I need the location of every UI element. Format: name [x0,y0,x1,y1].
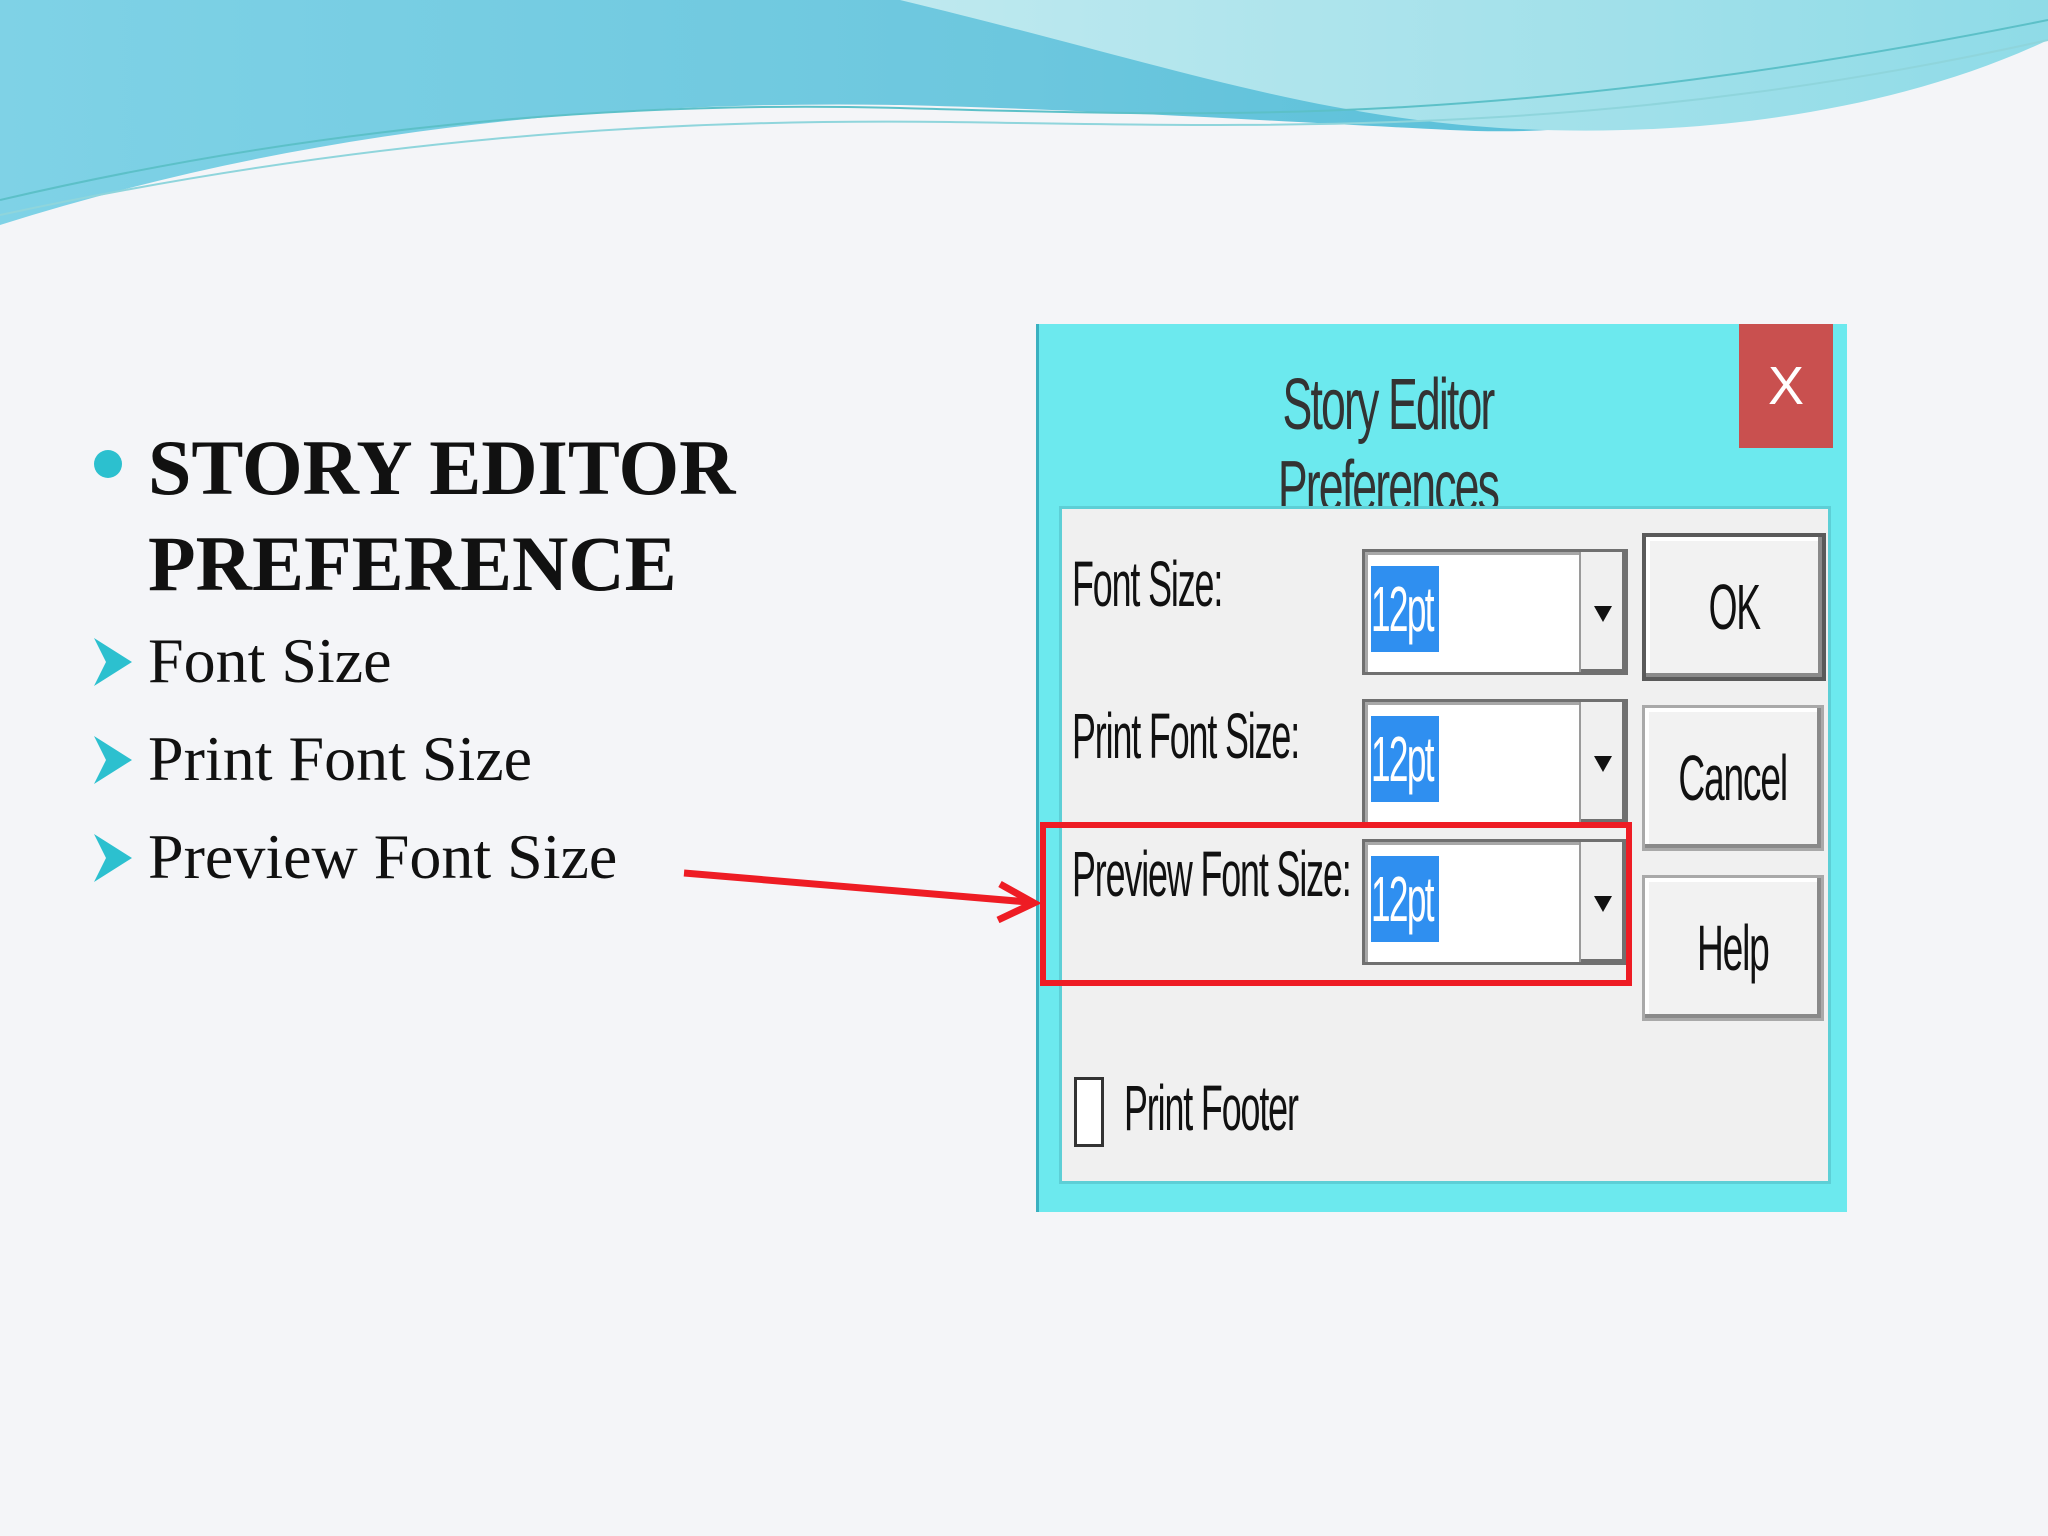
print-footer-label: Print Footer [1124,1072,1299,1144]
main-bullet: STORY EDITOR PREFERENCE [92,420,792,612]
list-item: Font Size [92,612,792,710]
font-size-label: Font Size: [1072,548,1223,620]
font-size-value: 12pt [1371,566,1439,652]
print-footer-checkbox[interactable] [1074,1077,1104,1147]
slide-heading: STORY EDITOR PREFERENCE [148,424,736,607]
triangle-down-icon [1594,756,1612,772]
highlight-box [1040,822,1632,986]
print-font-size-value: 12pt [1371,716,1439,802]
font-size-select[interactable]: 12pt [1362,549,1628,675]
bullet-dot-icon [94,450,122,478]
arrowhead-bullet-icon [94,736,132,784]
ok-button[interactable]: OK [1642,533,1826,681]
cancel-button[interactable]: Cancel [1642,705,1824,851]
print-font-size-select[interactable]: 12pt [1362,699,1628,825]
dialog-title: Story Editor Preferences [1277,365,1500,527]
print-font-size-dropdown-button[interactable] [1579,702,1625,822]
arrowhead-bullet-icon [94,638,132,686]
list-item: Preview Font Size [92,808,792,906]
triangle-down-icon [1594,606,1612,622]
close-button[interactable]: X [1739,324,1833,448]
decorative-waves [0,0,2048,225]
list-item-label: Print Font Size [148,723,533,794]
font-size-dropdown-button[interactable] [1579,552,1625,672]
print-font-size-label: Print Font Size: [1072,700,1300,772]
help-button[interactable]: Help [1642,875,1824,1021]
list-item-label: Preview Font Size [148,821,618,892]
list-item-label: Font Size [148,625,392,696]
story-editor-preferences-dialog: Story Editor Preferences X Font Size: 12… [1036,324,1847,1212]
arrowhead-bullet-icon [94,834,132,882]
sub-bullet-list: Font Size Print Font Size Preview Font S… [92,612,792,906]
bullet-list: STORY EDITOR PREFERENCE Font Size Print … [92,420,792,906]
list-item: Print Font Size [92,710,792,808]
